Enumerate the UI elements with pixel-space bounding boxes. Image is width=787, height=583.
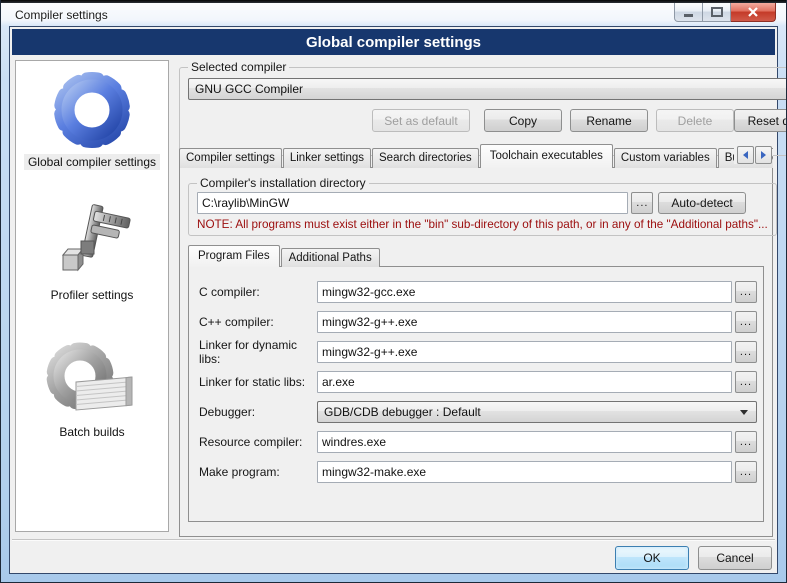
linker-for-dynamic-libs-browse-button[interactable]: ...: [735, 341, 757, 363]
caliper-icon: [53, 202, 131, 284]
sidebar-item-label: Global compiler settings: [24, 154, 160, 170]
tab-custom-variables[interactable]: Custom variables: [614, 148, 717, 168]
footer-divider: [12, 539, 775, 541]
toolchain-executables-page: Compiler's installation directory ... Au…: [179, 167, 773, 537]
sidebar-item-global-compiler-settings[interactable]: Global compiler settings: [24, 69, 160, 170]
field-row-linker-for-static-libs: Linker for static libs:...: [199, 371, 757, 393]
sidebar-item-profiler-settings[interactable]: Profiler settings: [47, 202, 138, 303]
left-arrow-icon: [742, 151, 749, 159]
close-button[interactable]: [731, 3, 776, 22]
installation-directory-group: Compiler's installation directory ... Au…: [188, 176, 777, 236]
sidebar-item-batch-builds[interactable]: Batch builds: [44, 339, 140, 440]
field-label: Debugger:: [199, 405, 317, 419]
settings-sidebar: Global compiler settings Profiler setting…: [15, 60, 169, 532]
ok-button[interactable]: OK: [615, 546, 689, 570]
installation-path-row: ... Auto-detect: [197, 192, 768, 214]
field-row-c-compiler: C++ compiler:...: [199, 311, 757, 333]
sidebar-item-label: Batch builds: [55, 424, 128, 440]
gear-stack-icon: [44, 339, 140, 421]
maximize-button[interactable]: [703, 3, 731, 22]
subtab-additional-paths[interactable]: Additional Paths: [281, 248, 380, 267]
installation-note: NOTE: All programs must exist either in …: [197, 218, 768, 231]
delete-button: Delete: [656, 109, 734, 132]
auto-detect-button[interactable]: Auto-detect: [658, 192, 745, 214]
c-compiler-input[interactable]: [317, 311, 732, 333]
field-label: Make program:: [199, 465, 317, 479]
minimize-button[interactable]: [674, 3, 703, 22]
c-compiler-browse-button[interactable]: ...: [735, 281, 757, 303]
maximize-icon: [711, 7, 723, 17]
rename-button[interactable]: Rename: [570, 109, 648, 132]
cancel-button[interactable]: Cancel: [698, 546, 772, 570]
sidebar-item-label: Profiler settings: [47, 287, 138, 303]
close-icon: [747, 7, 759, 17]
tab-linker-settings[interactable]: Linker settings: [283, 148, 371, 168]
minimize-icon: [684, 8, 694, 17]
program-subtabs: Program FilesAdditional Paths: [188, 245, 764, 267]
program-files-page: C compiler:...C++ compiler:...Linker for…: [188, 266, 764, 522]
reset-defaults-button[interactable]: Reset defaults: [734, 109, 787, 132]
field-label: C compiler:: [199, 285, 317, 299]
linker-for-static-libs-browse-button[interactable]: ...: [735, 371, 757, 393]
compiler-settings-window: Compiler settings Global compiler settin…: [0, 0, 787, 583]
main-panel: Selected compiler GNU GCC Compiler Set a…: [179, 60, 776, 574]
subtab-program-files[interactable]: Program Files: [188, 245, 280, 267]
dialog-body: Global compiler settings Global compiler…: [9, 26, 778, 574]
settings-tabstrip: Compiler settingsLinker settingsSearch d…: [179, 144, 773, 168]
gear-blue-icon: [51, 69, 133, 151]
field-label: Resource compiler:: [199, 435, 317, 449]
linker-for-static-libs-input[interactable]: [317, 371, 732, 393]
compiler-select-value: GNU GCC Compiler: [195, 82, 303, 96]
compiler-actions: Set as default Copy Rename DeleteReset defa…: [188, 109, 787, 132]
resource-compiler-browse-button[interactable]: ...: [735, 431, 757, 453]
resource-compiler-input[interactable]: [317, 431, 732, 453]
tab-scroll-right-button[interactable]: [755, 146, 772, 164]
copy-button[interactable]: Copy: [484, 109, 562, 132]
field-row-make-program: Make program:...: [199, 461, 757, 483]
compiler-select[interactable]: GNU GCC Compiler: [188, 78, 787, 100]
tab-search-directories[interactable]: Search directories: [372, 148, 479, 168]
linker-for-dynamic-libs-input[interactable]: [317, 341, 732, 363]
window-controls: [674, 3, 776, 22]
tab-compiler-settings[interactable]: Compiler settings: [179, 148, 282, 168]
title-bar[interactable]: Compiler settings: [1, 3, 786, 26]
c-compiler-input[interactable]: [317, 281, 732, 303]
right-arrow-icon: [760, 151, 767, 159]
installation-path-input[interactable]: [197, 192, 628, 214]
installation-path-browse-button[interactable]: ...: [631, 192, 653, 214]
tab-scroll-controls: [734, 146, 772, 164]
installation-directory-legend: Compiler's installation directory: [197, 176, 369, 190]
field-label: C++ compiler:: [199, 315, 317, 329]
field-label: Linker for dynamic libs:: [199, 338, 317, 366]
selected-compiler-group: Selected compiler GNU GCC Compiler Set a…: [179, 60, 787, 156]
dropdown-arrow-icon: [740, 410, 748, 415]
field-row-debugger: Debugger: GDB/CDB debugger : Default: [199, 401, 757, 423]
c-compiler-browse-button[interactable]: ...: [735, 311, 757, 333]
field-row-linker-for-dynamic-libs: Linker for dynamic libs:...: [199, 341, 757, 363]
make-program-input[interactable]: [317, 461, 732, 483]
window-title: Compiler settings: [15, 8, 108, 22]
page-title: Global compiler settings: [12, 29, 775, 55]
set-as-default-button: Set as default: [372, 109, 470, 132]
field-label: Linker for static libs:: [199, 375, 317, 389]
make-program-browse-button[interactable]: ...: [735, 461, 757, 483]
debugger-select[interactable]: GDB/CDB debugger : Default: [317, 401, 757, 423]
field-row-c-compiler: C compiler:...: [199, 281, 757, 303]
tab-toolchain-executables[interactable]: Toolchain executables: [480, 144, 613, 168]
tab-scroll-left-button[interactable]: [737, 146, 754, 164]
debugger-select-value: GDB/CDB debugger : Default: [324, 405, 481, 419]
selected-compiler-legend: Selected compiler: [188, 60, 289, 74]
field-row-resource-compiler: Resource compiler:...: [199, 431, 757, 453]
